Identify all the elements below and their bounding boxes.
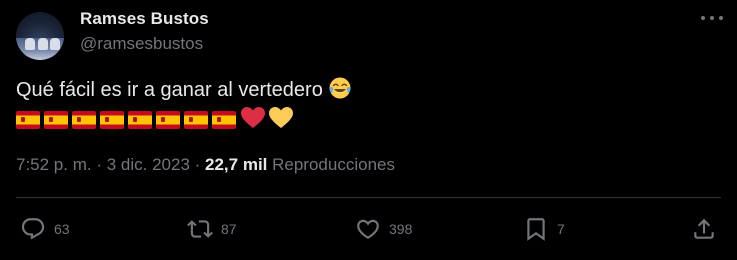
more-dot-icon xyxy=(701,16,705,20)
more-options-button[interactable] xyxy=(701,12,723,24)
bookmark-icon xyxy=(527,218,545,241)
author-handle[interactable]: @ramsesbustos xyxy=(80,33,209,55)
tweet-date[interactable]: 3 dic. 2023 xyxy=(107,155,190,174)
tweet-text-content: Qué fácil es ir a ganar al vertedero xyxy=(16,79,323,101)
action-bar: 63 87 398 7 xyxy=(0,214,737,244)
more-dot-icon xyxy=(710,16,714,20)
avatar-figure xyxy=(25,38,35,50)
reply-button[interactable]: 63 xyxy=(20,214,70,244)
divider xyxy=(16,197,721,198)
share-icon xyxy=(694,218,714,239)
spain-flag-icon xyxy=(156,111,180,129)
meta-separator: · xyxy=(91,155,107,174)
tweet-meta: 7:52 p. m. · 3 dic. 2023 · 22,7 mil Repr… xyxy=(16,154,395,176)
meta-separator: · xyxy=(189,155,206,174)
author-display-name[interactable]: Ramses Bustos xyxy=(80,8,209,30)
spain-flag-icon xyxy=(184,111,208,129)
reply-count: 63 xyxy=(54,221,70,237)
avatar-figure xyxy=(38,38,48,50)
spain-flag-icon xyxy=(212,111,236,129)
like-count: 398 xyxy=(389,221,413,237)
yellow-heart-icon xyxy=(268,106,294,135)
face-with-tears-of-joy-icon xyxy=(328,76,352,107)
share-button[interactable] xyxy=(691,214,717,244)
bookmark-count: 7 xyxy=(557,221,565,237)
spain-flag-icon xyxy=(16,111,40,129)
repost-button[interactable]: 87 xyxy=(187,214,237,244)
tweet-text: Qué fácil es ir a ganar al vertedero xyxy=(16,76,352,107)
author-block: Ramses Bustos @ramsesbustos xyxy=(80,8,209,55)
emoji-row xyxy=(16,106,296,135)
spain-flag-icon xyxy=(128,111,152,129)
avatar-figure xyxy=(50,38,60,50)
views-label: Reproducciones xyxy=(272,155,395,174)
avatar[interactable] xyxy=(16,12,64,60)
heart-icon xyxy=(357,219,379,239)
repost-icon xyxy=(187,220,213,238)
tweet-time[interactable]: 7:52 p. m. xyxy=(16,155,92,174)
spain-flag-icon xyxy=(44,111,68,129)
red-heart-icon xyxy=(240,106,266,135)
repost-count: 87 xyxy=(221,221,237,237)
like-button[interactable]: 398 xyxy=(355,214,412,244)
reply-icon xyxy=(21,218,45,240)
more-dot-icon xyxy=(719,16,723,20)
views-count: 22,7 mil xyxy=(205,155,268,174)
spain-flag-icon xyxy=(100,111,124,129)
bookmark-button[interactable]: 7 xyxy=(523,214,565,244)
spain-flag-icon xyxy=(72,111,96,129)
